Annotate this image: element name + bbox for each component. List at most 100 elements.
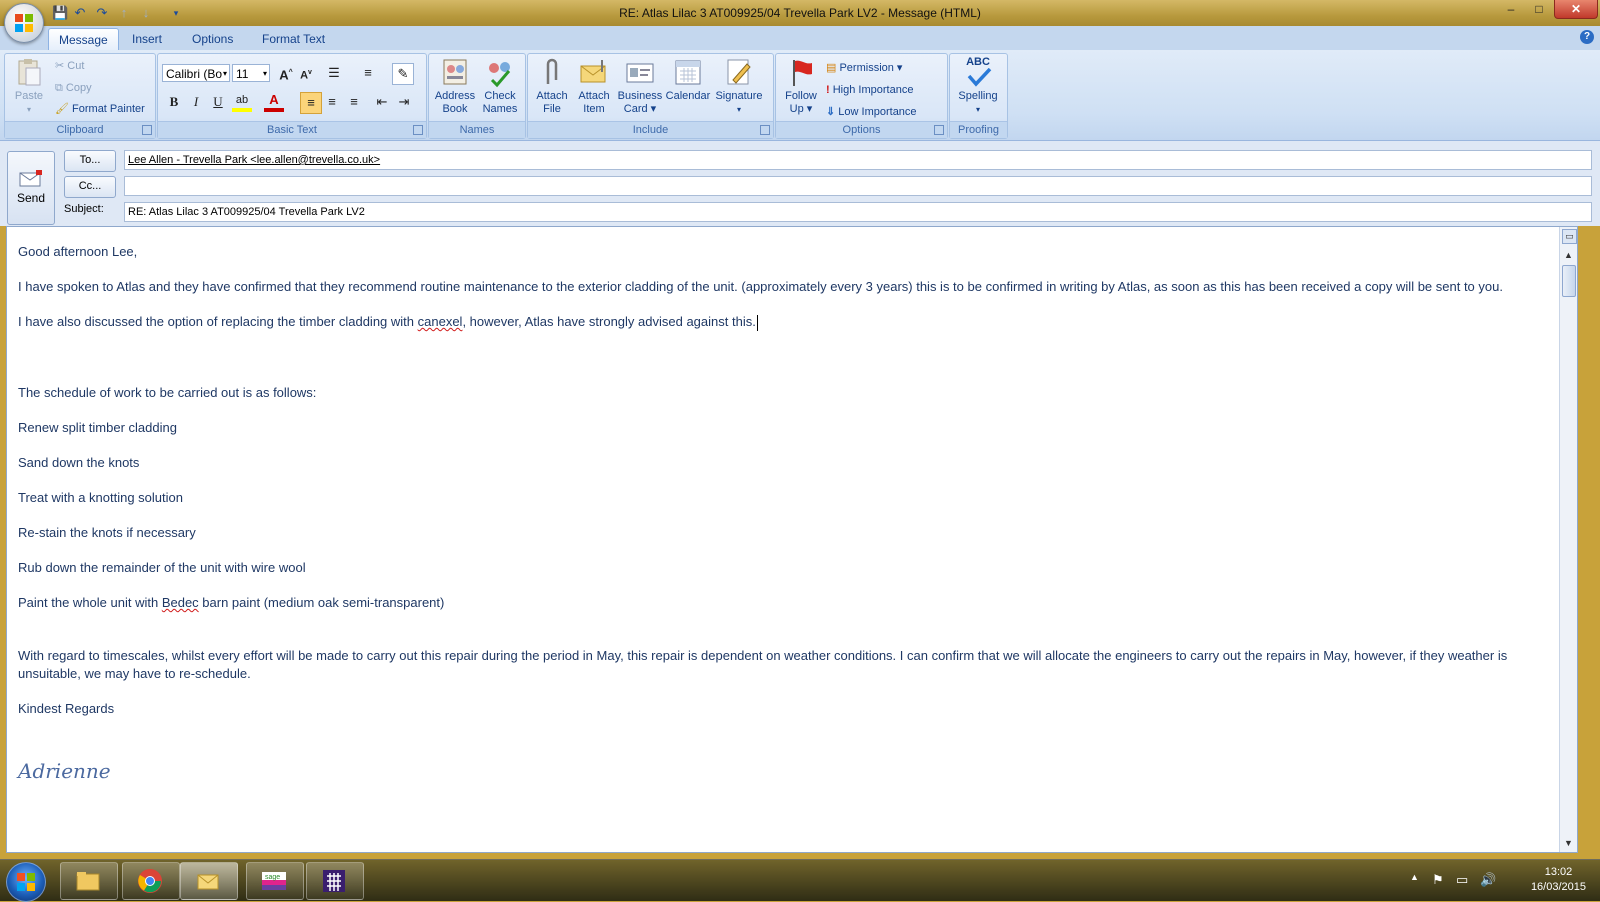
taskbar-outlook[interactable] xyxy=(180,862,238,900)
underline-icon[interactable]: U xyxy=(208,92,228,112)
action-center-flag-icon[interactable]: ⚑ xyxy=(1432,872,1444,888)
business-card-button[interactable]: Business Card ▾ xyxy=(616,56,664,116)
tab-options[interactable]: Options xyxy=(182,28,243,50)
vertical-scrollbar[interactable]: ▭ ▲ ▼ xyxy=(1559,227,1577,852)
italic-icon[interactable]: I xyxy=(186,92,206,112)
start-button[interactable] xyxy=(6,862,46,902)
signature-icon xyxy=(723,56,755,88)
taskbar-clock[interactable]: 13:02 16/03/2015 xyxy=(1531,865,1586,895)
high-importance-button[interactable]: ! High Importance xyxy=(826,80,913,100)
align-right-icon[interactable]: ≡ xyxy=(344,92,364,112)
maximize-button[interactable]: □ xyxy=(1526,0,1552,18)
minimize-button[interactable]: – xyxy=(1498,0,1524,18)
paragraph-3: With regard to timescales, whilst every … xyxy=(18,648,1508,681)
names-group-label: Names xyxy=(429,121,525,138)
list-item: Sand down the knots xyxy=(18,455,140,470)
cc-button[interactable]: Cc... xyxy=(64,176,116,198)
include-dialog-launcher-icon[interactable] xyxy=(760,125,770,135)
decrease-indent-icon[interactable]: ⇤ xyxy=(372,92,392,112)
attach-file-label-2: File xyxy=(543,103,561,115)
taskbar-chrome[interactable] xyxy=(122,862,180,900)
message-body-editor[interactable]: Good afternoon Lee, I have spoken to Atl… xyxy=(6,226,1578,853)
list-item: Re-stain the knots if necessary xyxy=(18,525,196,540)
paragraph-1: I have spoken to Atlas and they have con… xyxy=(18,279,1503,294)
network-icon[interactable]: ▭ xyxy=(1456,872,1468,888)
message-text: Good afternoon Lee, I have spoken to Atl… xyxy=(18,243,1538,781)
envelope-clip-icon xyxy=(578,56,610,88)
taskbar-calculator-app[interactable] xyxy=(306,862,364,900)
cut-button[interactable]: ✂ Cut xyxy=(55,56,84,76)
ribbon: Paste ▾ ✂ Cut ⧉ Copy 🖌 Format Painter Cl… xyxy=(0,50,1600,141)
closing: Kindest Regards xyxy=(18,701,115,716)
list-item: Paint the whole unit with Bedec barn pai… xyxy=(18,595,445,610)
tab-insert[interactable]: Insert xyxy=(122,28,172,50)
copy-button[interactable]: ⧉ Copy xyxy=(55,78,92,98)
format-painter-button[interactable]: 🖌 Format Painter xyxy=(55,99,145,119)
highlight-icon[interactable]: ab xyxy=(232,92,252,112)
align-left-icon[interactable]: ≡ xyxy=(300,92,322,114)
font-name-combo[interactable]: Calibri (Bo ▾ xyxy=(162,64,230,82)
increase-indent-icon[interactable]: ⇥ xyxy=(394,92,414,112)
tab-message[interactable]: Message xyxy=(48,28,119,51)
office-button[interactable] xyxy=(4,3,44,43)
signature-button[interactable]: Signature ▾ xyxy=(712,56,766,116)
spelling-label: Spelling xyxy=(958,90,998,102)
spelling-button[interactable]: ABC Spelling ▾ xyxy=(954,56,1002,116)
follow-up-button[interactable]: Follow Up ▾ xyxy=(780,56,822,116)
paste-icon xyxy=(13,56,45,88)
follow-up-label-2: Up ▾ xyxy=(789,103,813,115)
basic-text-dialog-launcher-icon[interactable] xyxy=(413,125,423,135)
paste-button[interactable]: Paste ▾ xyxy=(9,56,49,116)
chrome-icon xyxy=(138,869,162,893)
check-names-button[interactable]: Check Names xyxy=(479,56,521,116)
align-center-icon[interactable]: ≡ xyxy=(322,92,342,112)
numbering-icon[interactable]: ≡ xyxy=(358,63,378,83)
font-name-value: Calibri (Bo xyxy=(166,67,223,81)
to-button[interactable]: To... xyxy=(64,150,116,172)
help-icon[interactable]: ? xyxy=(1580,30,1594,44)
low-importance-label: Low Importance xyxy=(838,106,917,118)
attach-file-button[interactable]: Attach File xyxy=(532,56,572,116)
font-color-icon[interactable]: A xyxy=(264,92,284,112)
misspelled-word: Bedec xyxy=(161,595,199,610)
to-field[interactable]: Lee Allen - Trevella Park <lee.allen@tre… xyxy=(124,150,1592,170)
split-icon[interactable]: ▭ xyxy=(1562,229,1577,244)
misspelled-word: canexel xyxy=(417,314,463,329)
tab-format-text[interactable]: Format Text xyxy=(252,28,335,50)
scroll-down-icon[interactable]: ▼ xyxy=(1562,837,1575,850)
address-book-button[interactable]: Address Book xyxy=(433,56,477,116)
taskbar-sage[interactable]: sage xyxy=(246,862,304,900)
options-dialog-launcher-icon[interactable] xyxy=(934,125,944,135)
bullets-icon[interactable]: ☰ xyxy=(324,63,344,83)
scissors-icon: ✂ xyxy=(55,60,65,72)
low-importance-button[interactable]: ⇓ Low Importance xyxy=(826,102,917,122)
proofing-group-label: Proofing xyxy=(950,121,1007,138)
shrink-font-icon[interactable]: Av xyxy=(296,63,316,83)
taskbar-explorer[interactable] xyxy=(60,862,118,900)
permission-button[interactable]: ▤ Permission ▾ xyxy=(826,58,902,78)
business-card-label-2: Card ▾ xyxy=(623,103,657,115)
bold-icon[interactable]: B xyxy=(164,92,184,112)
attach-item-button[interactable]: Attach Item xyxy=(574,56,614,116)
show-hidden-icons-icon[interactable]: ▲ xyxy=(1410,872,1419,882)
basic-text-group: Calibri (Bo ▾ 11 ▾ A^ Av ☰ ≡ ✎ B I U ab A … xyxy=(157,53,427,139)
grow-font-icon[interactable]: A^ xyxy=(276,63,296,83)
scrollbar-thumb[interactable] xyxy=(1562,265,1576,297)
calendar-button[interactable]: Calendar xyxy=(664,56,712,103)
message-header: Send To... Lee Allen - Trevella Park <le… xyxy=(0,141,1600,226)
subject-field[interactable]: RE: Atlas Lilac 3 AT009925/04 Trevella P… xyxy=(124,202,1592,222)
clipboard-dialog-launcher-icon[interactable] xyxy=(142,125,152,135)
grid-app-icon xyxy=(323,870,345,892)
folder-icon xyxy=(76,872,100,891)
scroll-up-icon[interactable]: ▲ xyxy=(1562,249,1575,262)
send-button[interactable]: Send xyxy=(7,151,55,225)
sage-icon: sage xyxy=(262,872,286,890)
close-button[interactable]: ✕ xyxy=(1554,0,1598,19)
options-group-label: Options xyxy=(776,121,947,138)
cc-field[interactable] xyxy=(124,176,1592,196)
exclamation-icon: ! xyxy=(826,84,830,96)
styles-icon[interactable]: ✎ xyxy=(392,63,414,85)
font-size-combo[interactable]: 11 ▾ xyxy=(232,64,270,82)
volume-icon[interactable]: 🔊 xyxy=(1480,872,1496,888)
